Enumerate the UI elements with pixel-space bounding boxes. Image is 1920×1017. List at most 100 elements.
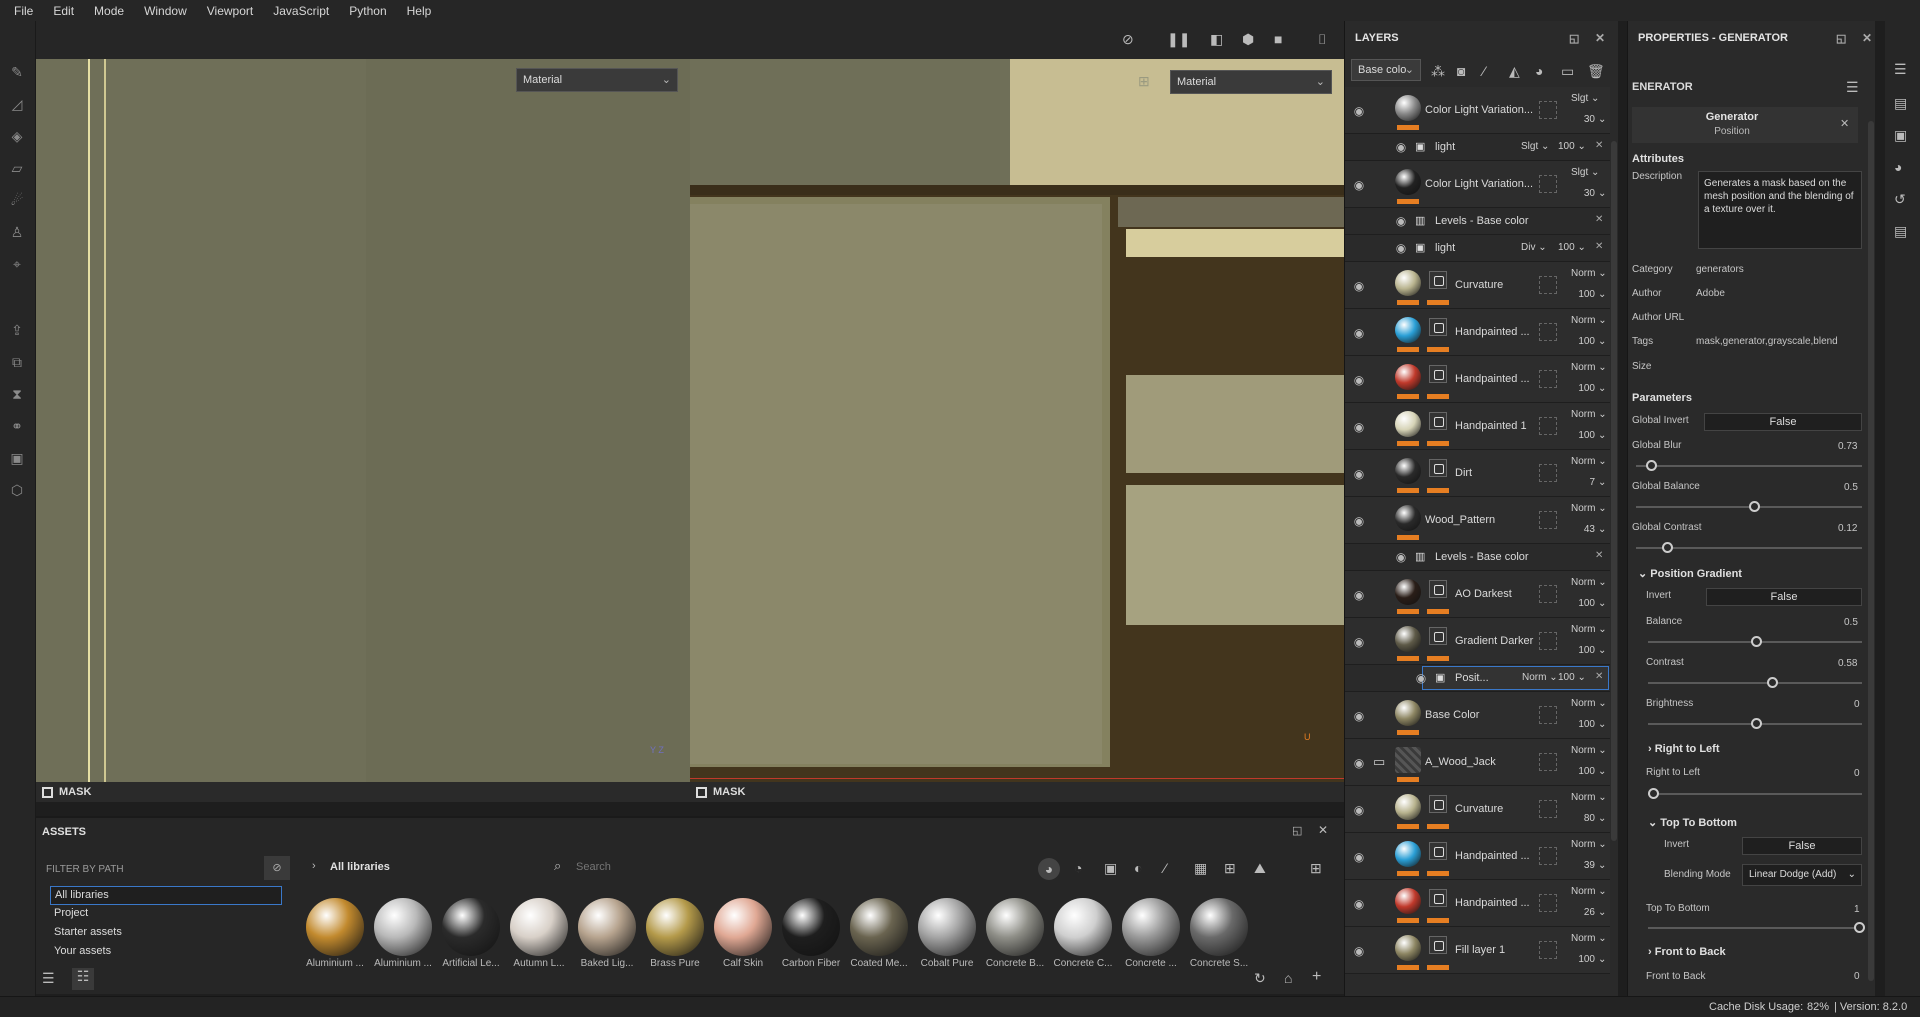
chevron-down-icon[interactable]: ⌄ [1598, 860, 1606, 871]
material-thumbnail[interactable] [1054, 898, 1112, 956]
eye-icon[interactable]: ◉ [1351, 421, 1367, 433]
right-to-left-slider[interactable] [1648, 788, 1862, 799]
geometry-mask-slot[interactable] [1539, 706, 1557, 724]
blend-mode-dropdown[interactable]: Norm ⌄ [1571, 409, 1607, 420]
layers-dock-icon[interactable]: ☰ [1894, 61, 1907, 78]
layer-row[interactable]: ◉ Wood_Pattern Norm ⌄ 43 ⌄ [1345, 497, 1610, 544]
blend-mode-dropdown[interactable]: Norm ⌄ [1571, 698, 1607, 709]
chevron-down-icon[interactable]: ⌄ [1598, 477, 1606, 488]
eye-icon[interactable]: ◉ [1351, 710, 1367, 722]
menu-python[interactable]: Python [339, 4, 396, 18]
chevron-down-icon[interactable]: ⌄ [1598, 907, 1606, 918]
hidden-filter-icon[interactable]: ⊘ [264, 856, 290, 880]
add-smart-material-icon[interactable]: ◕ [1535, 63, 1543, 79]
polygon-fill-icon[interactable]: ▱ [8, 159, 26, 177]
chevron-down-icon[interactable]: ⌄ [1598, 645, 1606, 656]
close-icon[interactable]: ✕ [1318, 823, 1328, 837]
opacity-value[interactable]: 100 [1573, 645, 1595, 656]
material-thumbnail[interactable] [782, 898, 840, 956]
opacity-value[interactable]: 80 [1573, 813, 1595, 824]
close-icon[interactable]: ✕ [1595, 140, 1603, 151]
slider-handle[interactable] [1749, 501, 1760, 512]
add-folder-icon[interactable]: ▭ [1561, 63, 1574, 80]
geometry-mask-slot[interactable] [1539, 370, 1557, 388]
eye-icon[interactable]: ◉ [1351, 589, 1367, 601]
chevron-down-icon[interactable]: ⌄ [1598, 336, 1606, 347]
blend-mode-dropdown[interactable]: Norm ⌄ [1571, 503, 1607, 514]
layer-effect-row[interactable]: ◉ ▥ Levels - Base color ✕ [1345, 208, 1610, 235]
material-thumbnail[interactable] [1190, 898, 1248, 956]
log-icon[interactable]: ▤ [1894, 223, 1907, 240]
eye-icon[interactable]: ◉ [1393, 551, 1409, 563]
blend-mode-dropdown[interactable]: Slgt ⌄ [1521, 141, 1549, 152]
texture-icon[interactable]: ⊞ [1224, 860, 1236, 877]
geometry-mask-slot[interactable] [1539, 101, 1557, 119]
mask-thumbnail[interactable] [1429, 318, 1447, 336]
layer-effect-row[interactable]: ◉ ▥ Levels - Base color ✕ [1345, 544, 1610, 571]
global-invert-toggle[interactable]: False [1704, 413, 1862, 431]
front-to-back-header[interactable]: › Front to Back [1648, 946, 1726, 958]
menu-javascript[interactable]: JavaScript [263, 4, 339, 18]
opacity-value[interactable]: 43 [1573, 524, 1595, 535]
blend-mode-dropdown[interactable]: Norm ⌄ [1571, 624, 1607, 635]
geometry-mask-slot[interactable] [1539, 511, 1557, 529]
geometry-mask-slot[interactable] [1539, 276, 1557, 294]
chevron-down-icon[interactable]: ⌄ [1598, 813, 1606, 824]
material-thumbnail[interactable] [578, 898, 636, 956]
geometry-mask-slot[interactable] [1539, 464, 1557, 482]
close-icon[interactable]: ✕ [1595, 671, 1603, 682]
eye-icon[interactable]: ◉ [1351, 757, 1367, 769]
opacity-dropdown[interactable]: 100 ⌄ [1558, 242, 1586, 253]
chevron-down-icon[interactable]: ⌄ [1598, 954, 1606, 965]
mask-thumbnail[interactable] [1429, 365, 1447, 383]
library-tree-item[interactable]: Starter assets [50, 924, 282, 943]
slider-handle[interactable] [1646, 460, 1657, 471]
undock-icon[interactable]: ◱ [1292, 824, 1302, 837]
layer-row[interactable]: ◉ Handpainted ... Norm ⌄ 39 ⌄ [1345, 833, 1610, 880]
alpha-icon[interactable]: ▦ [1194, 860, 1207, 877]
layer-row[interactable]: ◉ Curvature Norm ⌄ 80 ⌄ [1345, 786, 1610, 833]
opacity-value[interactable]: 100 [1573, 430, 1595, 441]
right-to-left-header[interactable]: › Right to Left [1648, 743, 1720, 755]
menu-window[interactable]: Window [134, 4, 197, 18]
blend-mode-dropdown[interactable]: Div ⌄ [1521, 242, 1547, 253]
chevron-down-icon[interactable]: ⌄ [1598, 598, 1606, 609]
blend-mode-dropdown[interactable]: Norm ⌄ [1571, 745, 1607, 756]
history-icon[interactable]: ↺ [1894, 191, 1906, 208]
projection-icon[interactable]: ◈ [8, 127, 26, 145]
eye-icon[interactable]: ◉ [1351, 280, 1367, 292]
brightness-slider[interactable] [1648, 718, 1862, 729]
menu-edit[interactable]: Edit [43, 4, 84, 18]
slider-handle[interactable] [1751, 718, 1762, 729]
blend-mode-dropdown[interactable]: Norm ⌄ [1571, 839, 1607, 850]
environment-icon[interactable]: ⛰ [1254, 860, 1266, 877]
opacity-value[interactable]: 100 [1573, 719, 1595, 730]
material-thumbnail[interactable] [374, 898, 432, 956]
opacity-value[interactable]: 100 [1573, 766, 1595, 777]
material-thumbnail[interactable] [986, 898, 1044, 956]
opacity-value[interactable]: 30 [1573, 188, 1595, 199]
layer-row[interactable]: ◉ Handpainted ... Norm ⌄ 100 ⌄ [1345, 356, 1610, 403]
mask-thumbnail[interactable] [1429, 271, 1447, 289]
clone-stamp-icon[interactable]: ♙ [8, 223, 26, 241]
generator-card[interactable]: Generator Position ✕ [1632, 107, 1858, 143]
menu-viewport[interactable]: Viewport [197, 4, 263, 18]
blend-mode-dropdown[interactable]: Norm ⌄ [1522, 672, 1558, 683]
mask-thumbnail[interactable] [1429, 842, 1447, 860]
geometry-mask-slot[interactable] [1539, 417, 1557, 435]
layer-effect-row[interactable]: ◉ ▣ light Div ⌄ 100 ⌄ ✕ [1345, 235, 1610, 262]
geometry-mask-slot[interactable] [1539, 585, 1557, 603]
blend-mode-dropdown[interactable]: Norm ⌄ [1571, 577, 1607, 588]
mask-thumbnail[interactable] [1429, 412, 1447, 430]
opacity-value[interactable]: 39 [1573, 860, 1595, 871]
shader-icon[interactable]: ◕ [1894, 159, 1902, 175]
chevron-down-icon[interactable]: ⌄ [1598, 430, 1606, 441]
eye-icon[interactable]: ◉ [1351, 804, 1367, 816]
material-thumbnail[interactable] [306, 898, 364, 956]
eye-icon[interactable]: ◉ [1351, 851, 1367, 863]
layers-scrollbar[interactable] [1611, 141, 1617, 841]
geometry-mask-slot[interactable] [1539, 894, 1557, 912]
slider-handle[interactable] [1767, 677, 1778, 688]
eye-icon[interactable]: ◉ [1351, 636, 1367, 648]
blend-mode-dropdown[interactable]: Norm ⌄ [1571, 315, 1607, 326]
